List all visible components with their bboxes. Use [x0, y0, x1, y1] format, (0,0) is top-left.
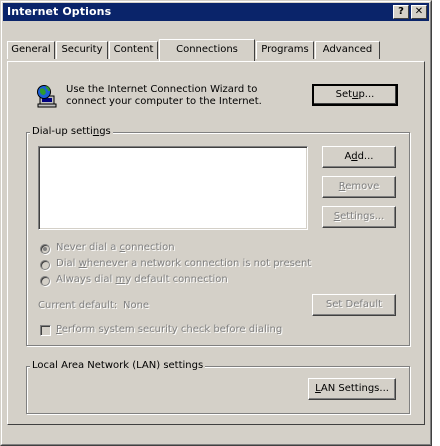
tab-advanced[interactable]: Advanced: [315, 41, 380, 59]
dialup-connections-list[interactable]: [38, 146, 308, 230]
title-bar[interactable]: Internet Options ? ✕: [3, 3, 429, 21]
dial-whenever-radio[interactable]: [40, 260, 50, 270]
dialup-group-label: Dial-up settings: [30, 126, 113, 138]
security-check-post: erform system security check before dial…: [61, 324, 283, 335]
setup-label-pre: Set: [335, 89, 353, 100]
set-default-button[interactable]: Set Default: [312, 294, 396, 316]
tab-programs-label: Programs: [261, 44, 309, 55]
tab-advanced-label: Advanced: [322, 44, 373, 55]
tab-programs[interactable]: Programs: [256, 41, 314, 59]
wizard-text-line1: Use the Internet Connection Wizard to: [66, 84, 258, 95]
always-dial-post: y default connection: [125, 274, 228, 285]
dial-whenever-label: Dial whenever a network connection is no…: [56, 258, 311, 269]
always-dial-accel: m: [115, 274, 126, 285]
dial-whenever-accel: w: [78, 258, 87, 269]
current-default-value: None: [123, 300, 150, 311]
internet-options-window: Internet Options ? ✕ General Security Co…: [0, 0, 432, 446]
add-label-post: d...: [357, 151, 374, 162]
setup-label-post: p...: [358, 89, 375, 100]
add-button[interactable]: Add...: [322, 146, 396, 168]
always-dial-pre: Always dial: [56, 274, 116, 285]
tab-content-label: Content: [113, 44, 154, 55]
never-dial-pre: Never dial a: [56, 242, 120, 253]
tab-general-label: General: [11, 44, 51, 55]
dialup-label-post: gs: [99, 126, 111, 137]
always-dial-label: Always dial my default connection: [56, 274, 228, 285]
tab-general[interactable]: General: [7, 41, 55, 59]
setup-button[interactable]: Setup...: [312, 84, 398, 106]
tab-security[interactable]: Security: [56, 41, 108, 59]
remove-button[interactable]: Remove: [322, 176, 396, 198]
lan-group-label: Local Area Network (LAN) settings: [30, 360, 206, 372]
tab-security-label: Security: [61, 44, 103, 55]
window-title: Internet Options: [7, 5, 112, 18]
globe-computer-icon: [37, 85, 57, 108]
help-button[interactable]: ?: [393, 5, 409, 19]
lan-label-post: AN Settings...: [320, 383, 389, 394]
tab-content[interactable]: Content: [109, 41, 158, 59]
security-check-checkbox[interactable]: [40, 325, 51, 336]
connections-panel: Use the Internet Connection Wizard to co…: [7, 61, 425, 425]
dial-whenever-pre: Dial: [56, 258, 79, 269]
close-button[interactable]: ✕: [411, 5, 427, 19]
tab-connections-label: Connections: [176, 44, 238, 55]
current-default-label: Current default:: [38, 300, 118, 311]
dialup-label-pre: Dial-up setti: [32, 126, 93, 137]
dial-whenever-post: henever a network connection is not pres…: [86, 258, 312, 269]
never-dial-label: Never dial a connection: [56, 242, 175, 253]
settings-label-post: ettings...: [340, 211, 385, 222]
remove-label-post: emove: [345, 181, 380, 192]
always-dial-radio[interactable]: [40, 276, 50, 286]
tab-connections[interactable]: Connections: [159, 39, 255, 61]
lan-settings-button[interactable]: LAN Settings...: [308, 378, 396, 400]
security-check-label: Perform system security check before dia…: [56, 324, 282, 335]
wizard-text-line2: connect your computer to the Internet.: [66, 96, 262, 107]
never-dial-post: onnection: [125, 242, 175, 253]
never-dial-radio[interactable]: [40, 244, 50, 254]
settings-button[interactable]: Settings...: [322, 206, 396, 228]
